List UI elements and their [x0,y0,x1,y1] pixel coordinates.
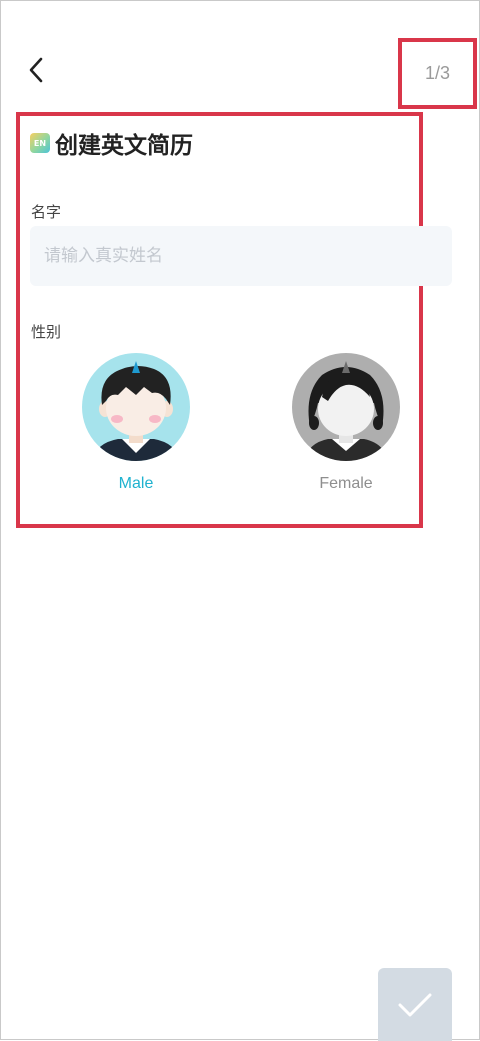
female-avatar-icon [292,353,400,461]
page-title-row: EN 创建英文简历 [30,125,193,161]
gender-label: 性别 [31,323,62,341]
page-title: 创建英文简历 [55,133,193,159]
checkmark-icon [398,993,432,1016]
gender-label-male: Male [118,475,154,492]
confirm-button[interactable] [378,968,452,1041]
gender-option-male[interactable]: Male [81,353,191,503]
app-screen: 1/3 EN 创建英文简历 名字 性别 Male [0,0,480,1041]
name-label: 名字 [31,203,62,221]
back-button[interactable] [19,53,53,87]
male-avatar-icon [82,353,190,461]
en-badge-icon: EN [30,133,50,153]
chevron-left-icon [29,57,43,83]
step-highlight-box [398,38,477,109]
gender-option-female[interactable]: Female [291,353,401,503]
name-input[interactable] [30,226,452,286]
gender-label-female: Female [319,475,373,492]
